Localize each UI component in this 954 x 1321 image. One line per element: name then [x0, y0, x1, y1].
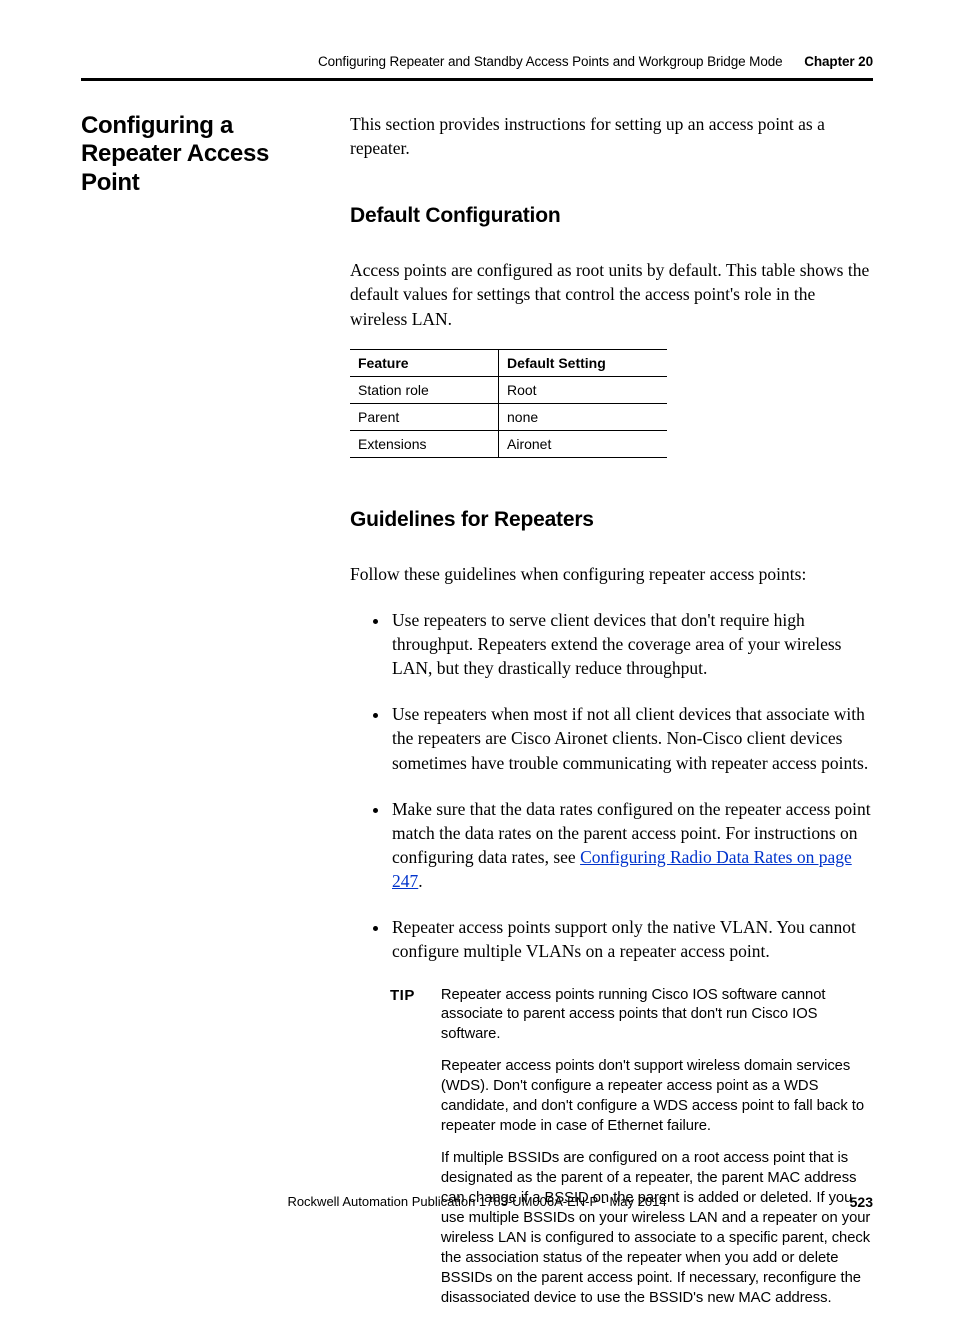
list-item: Repeater access points support only the … — [390, 915, 873, 963]
table-cell-default: Aironet — [499, 430, 668, 457]
table-header-feature: Feature — [350, 349, 499, 376]
list-item: Use repeaters when most if not all clien… — [390, 702, 873, 774]
table-cell-feature: Station role — [350, 376, 499, 403]
table-cell-feature: Extensions — [350, 430, 499, 457]
table-cell-default: Root — [499, 376, 668, 403]
intro-paragraph: This section provides instructions for s… — [350, 113, 873, 160]
header-chapter: Chapter 20 — [804, 54, 873, 69]
table-cell-default: none — [499, 403, 668, 430]
default-settings-table: Feature Default Setting Station role Roo… — [350, 349, 667, 458]
header-doc-title: Configuring Repeater and Standby Access … — [318, 54, 783, 69]
list-item: Use repeaters to serve client devices th… — [390, 608, 873, 680]
table-header-default: Default Setting — [499, 349, 668, 376]
table-row: Station role Root — [350, 376, 667, 403]
body-column: This section provides instructions for s… — [350, 113, 873, 1321]
heading-default-configuration: Default Configuration — [350, 204, 873, 228]
tip-paragraph: Repeater access points don't support wir… — [441, 1057, 873, 1137]
header-rule — [81, 78, 873, 81]
list-item-posttext: . — [418, 871, 422, 891]
footer-page-number: 523 — [850, 1194, 873, 1210]
page-footer: Rockwell Automation Publication 1783-UM0… — [81, 1194, 873, 1209]
table-header-row: Feature Default Setting — [350, 349, 667, 376]
tip-body: Repeater access points running Cisco IOS… — [441, 986, 873, 1321]
table-cell-feature: Parent — [350, 403, 499, 430]
guidelines-list: Use repeaters to serve client devices th… — [350, 608, 873, 964]
section-side-heading: Configuring a Repeater Access Point — [81, 112, 326, 197]
heading-guidelines: Guidelines for Repeaters — [350, 508, 873, 532]
list-item: Make sure that the data rates configured… — [390, 797, 873, 894]
page: Configuring Repeater and Standby Access … — [0, 0, 954, 1235]
tip-paragraph: If multiple BSSIDs are configured on a r… — [441, 1149, 873, 1309]
tip-label: TIP — [390, 987, 415, 1004]
tip-block: TIP Repeater access points running Cisco… — [390, 986, 873, 1321]
guidelines-intro: Follow these guidelines when configuring… — [350, 562, 873, 586]
running-header: Configuring Repeater and Standby Access … — [81, 54, 873, 69]
default-config-paragraph: Access points are configured as root uni… — [350, 258, 873, 330]
table-row: Extensions Aironet — [350, 430, 667, 457]
tip-paragraph: Repeater access points running Cisco IOS… — [441, 986, 873, 1046]
table-row: Parent none — [350, 403, 667, 430]
footer-publication: Rockwell Automation Publication 1783-UM0… — [81, 1194, 873, 1209]
